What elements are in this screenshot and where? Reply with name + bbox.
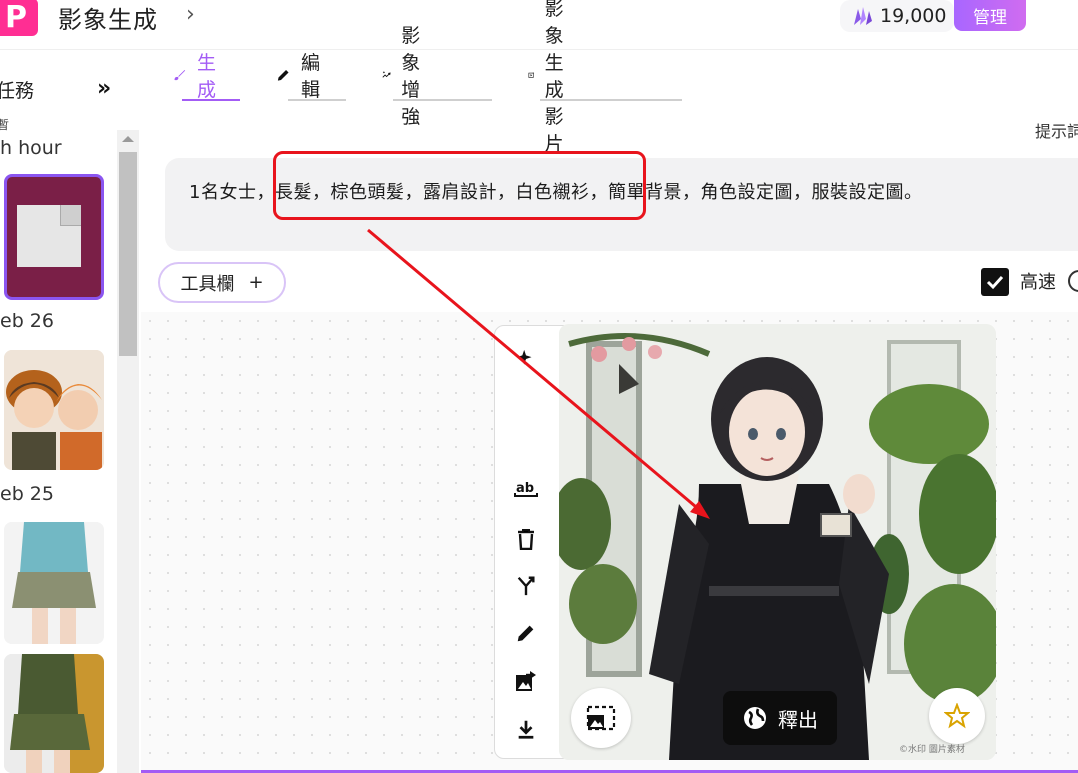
magic-icon[interactable] (511, 344, 541, 374)
document-icon (17, 205, 81, 267)
group-label: h hour (0, 137, 62, 159)
tab-generate[interactable]: 生成 (172, 52, 223, 101)
prompt-hint-label[interactable]: 提示詞 (1035, 118, 1078, 142)
check-icon (986, 275, 1004, 290)
task-sidebar: 任務 » 暫 h hour eb 26 eb 25 (0, 50, 140, 773)
tab-label: 影象生成影片 (544, 0, 564, 155)
fast-mode-checkbox[interactable] (981, 268, 1009, 296)
release-button[interactable]: 釋出 (723, 691, 837, 745)
star-icon (944, 703, 970, 729)
task-thumbnail[interactable] (4, 522, 104, 644)
globe-icon (744, 707, 766, 729)
favorite-button[interactable] (929, 688, 985, 744)
text-ab-icon[interactable]: ab (511, 474, 541, 504)
thumbnail-image (4, 654, 104, 773)
branch-icon[interactable] (511, 571, 541, 601)
app-logo[interactable]: P (0, 0, 38, 36)
expand-sidebar-icon[interactable]: » (97, 76, 111, 101)
plus-icon: + (248, 272, 264, 293)
tab-label: 編輯 (301, 52, 321, 101)
info-icon[interactable] (1068, 270, 1078, 292)
chevron-right-icon[interactable]: › (186, 2, 195, 27)
top-bar: P 影象生成 › 19,000 管理 (0, 0, 1078, 50)
page-title: 影象生成 (58, 6, 158, 34)
scroll-thumb[interactable] (119, 152, 137, 356)
tab-underline (393, 99, 492, 101)
sidebar-scrollbar[interactable] (117, 130, 139, 773)
crop-image-button[interactable] (571, 688, 631, 748)
credits-display[interactable]: 19,000 (840, 0, 955, 32)
download-icon[interactable] (511, 714, 541, 744)
brush-icon (174, 69, 186, 81)
credits-icon (854, 7, 872, 25)
manage-button[interactable]: 管理 (954, 0, 1026, 31)
crop-image-icon (586, 705, 616, 731)
sidebar-mini-label: 暫 (0, 118, 10, 132)
image-export-icon[interactable] (511, 666, 541, 696)
task-thumbnail-selected[interactable] (4, 174, 104, 300)
group-label: eb 25 (0, 483, 54, 505)
credits-amount: 19,000 (880, 5, 947, 27)
tab-image-to-video[interactable]: 影象生成影片 (528, 0, 579, 155)
sidebar-heading: 任務 (0, 80, 35, 102)
pencil-icon[interactable] (511, 618, 541, 648)
tab-label: 影象增強 (401, 25, 421, 128)
annotation-highlight-box (273, 151, 646, 220)
video-icon (528, 72, 535, 78)
tab-underline (540, 99, 682, 101)
enhance-icon (382, 71, 391, 78)
toolbar-button[interactable]: 工具欄 + (158, 262, 286, 303)
thumbnail-image (4, 350, 104, 470)
thumbnail-image (4, 522, 104, 644)
image-tool-column: ab (494, 325, 564, 759)
trash-icon[interactable] (511, 524, 541, 554)
fast-mode-label: 高速 (1020, 272, 1056, 293)
task-thumbnail[interactable] (4, 350, 104, 470)
tab-label: 生成 (197, 52, 217, 101)
toolbar-label: 工具欄 (180, 273, 235, 295)
task-thumbnail[interactable] (4, 654, 104, 773)
tab-underline (288, 99, 346, 101)
svg-text:ab: ab (516, 481, 534, 496)
scroll-up-arrow[interactable] (122, 136, 134, 142)
tab-edit[interactable]: 編輯 (276, 52, 327, 101)
group-label: eb 26 (0, 310, 54, 332)
release-label: 釋出 (778, 707, 818, 732)
tab-enhance[interactable]: 影象增強 (382, 25, 433, 128)
pencil-icon (277, 69, 289, 81)
tab-underline-active (182, 99, 240, 101)
image-watermark: ©水印 圖片素材 (899, 743, 965, 755)
